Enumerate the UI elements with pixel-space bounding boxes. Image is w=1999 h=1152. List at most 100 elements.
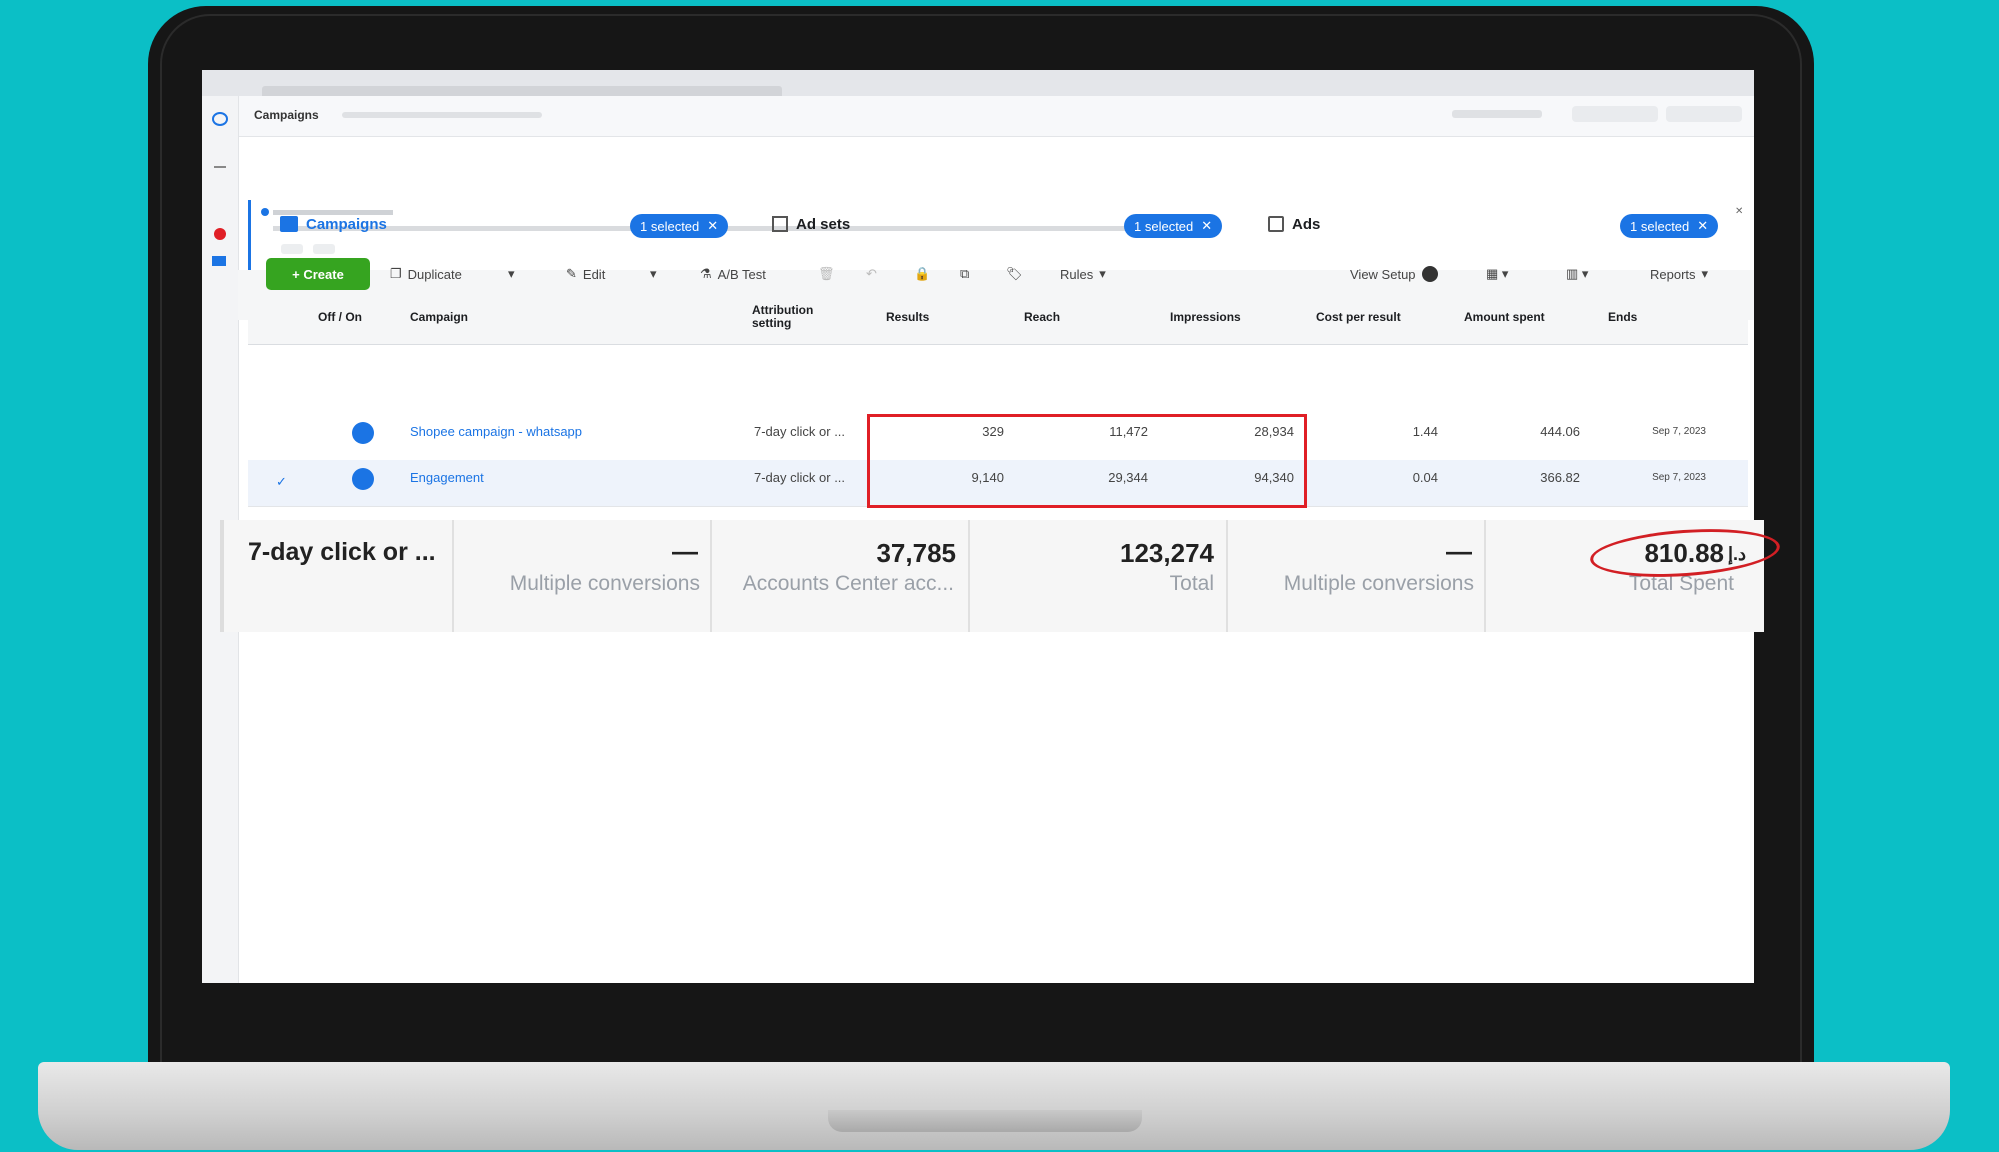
account-selector[interactable] xyxy=(342,112,542,118)
tag-icon: 🏷 xyxy=(1006,266,1023,281)
flask-icon: ⚗ xyxy=(700,266,712,281)
undo-button[interactable]: ↶ xyxy=(856,258,887,290)
col-amount-spent[interactable]: Amount spent xyxy=(1464,310,1545,324)
create-button[interactable]: + Create xyxy=(266,258,370,290)
ends-cell: Sep 7, 2023 xyxy=(1652,472,1706,483)
clear-selection-icon[interactable]: ✕ xyxy=(707,218,718,234)
summary-cost-value: — xyxy=(1446,536,1472,566)
delete-button[interactable]: 🗑 xyxy=(808,258,845,290)
notice-yes-button[interactable] xyxy=(281,244,303,254)
summary-reach-value: 37,785 xyxy=(876,538,956,568)
summary-impressions: 123,274 Total xyxy=(970,520,1228,632)
tab-ad-sets[interactable]: Ad sets xyxy=(772,210,850,238)
chevron-down-icon: ▾ xyxy=(508,266,515,281)
spent-cell: 444.06 xyxy=(1540,424,1580,439)
summary-results-label: Multiple conversions xyxy=(509,572,700,595)
campaigns-icon xyxy=(280,216,298,232)
col-attribution[interactable]: Attribution setting xyxy=(752,304,832,330)
trash-icon: 🗑 xyxy=(818,266,835,281)
col-reach[interactable]: Reach xyxy=(1024,310,1060,324)
edit-dropdown[interactable]: ▾ xyxy=(640,258,667,290)
ab-test-button[interactable]: ⚗ A/B Test xyxy=(690,258,776,290)
col-off-on[interactable]: Off / On xyxy=(318,310,362,324)
browser-chrome xyxy=(202,70,1754,96)
clear-selection-icon[interactable]: ✕ xyxy=(1697,218,1708,234)
pencil-icon: ✎ xyxy=(566,266,577,281)
columns-icon: ▦ ▾ xyxy=(1486,266,1509,281)
back-icon[interactable] xyxy=(214,166,226,168)
rules-label: Rules xyxy=(1060,266,1094,282)
close-icon[interactable]: ✕ xyxy=(1735,206,1743,217)
notice-no-button[interactable] xyxy=(313,244,335,254)
ads-selected-pill[interactable]: 1 selected ✕ xyxy=(1620,214,1719,238)
summary-reach-label: Accounts Center acc... xyxy=(742,572,954,595)
info-icon xyxy=(261,208,269,216)
updated-status xyxy=(1452,110,1542,118)
page-title: Campaigns xyxy=(254,108,319,122)
review-publish-button[interactable] xyxy=(1666,106,1742,122)
col-results[interactable]: Results xyxy=(886,310,929,324)
summary-cost: — Multiple conversions xyxy=(1228,520,1486,632)
cost-cell: 0.04 xyxy=(1412,470,1438,485)
summary-results: — Multiple conversions xyxy=(454,520,712,632)
breakdown-icon: ▥ ▾ xyxy=(1566,266,1589,281)
ad-sets-icon xyxy=(772,216,788,232)
summary-cost-label: Multiple conversions xyxy=(1283,572,1474,595)
undo-icon: ↶ xyxy=(866,266,877,281)
summary-impressions-label: Total xyxy=(1169,572,1214,595)
campaign-name[interactable]: Engagement xyxy=(410,470,484,485)
reports-label: Reports xyxy=(1650,266,1696,282)
columns-button[interactable]: ▦ ▾ xyxy=(1476,258,1518,290)
attribution-cell: 7-day click or ... xyxy=(754,470,846,485)
summary-attribution-text: 7-day click or ... xyxy=(248,538,436,566)
breakdown-button[interactable]: ▥ ▾ xyxy=(1556,258,1598,290)
lock-button[interactable]: 🔒 xyxy=(904,258,940,290)
campaigns-icon[interactable] xyxy=(212,256,226,266)
view-setup-label: View Setup xyxy=(1350,266,1416,282)
clear-selection-icon[interactable]: ✕ xyxy=(1201,218,1212,234)
view-setup-toggle[interactable]: View Setup xyxy=(1340,258,1448,290)
chevron-down-icon: ▾ xyxy=(1701,266,1709,281)
cost-cell: 1.44 xyxy=(1412,424,1438,439)
duplicate-icon: ❐ xyxy=(390,266,402,281)
campaign-name[interactable]: Shopee campaign - whatsapp xyxy=(410,424,582,439)
attribution-cell: 7-day click or ... xyxy=(754,424,846,439)
duplicate-label: Duplicate xyxy=(407,266,462,282)
chevron-down-icon: ▾ xyxy=(650,266,657,281)
tab-campaigns[interactable]: Campaigns xyxy=(280,210,387,238)
col-cost-per-result[interactable]: Cost per result xyxy=(1316,310,1401,324)
row-check-icon[interactable]: ✓ xyxy=(276,474,287,490)
lock-icon: 🔒 xyxy=(914,266,931,281)
col-ends[interactable]: Ends xyxy=(1608,310,1637,324)
selected-count: 1 selected xyxy=(1630,218,1690,234)
spent-cell: 366.82 xyxy=(1540,470,1580,485)
col-impressions[interactable]: Impressions xyxy=(1170,310,1241,324)
ends-cell: Sep 7, 2023 xyxy=(1652,426,1706,437)
alert-icon[interactable] xyxy=(214,228,226,240)
col-campaign[interactable]: Campaign xyxy=(410,310,468,324)
duplicate-button[interactable]: ❐ Duplicate xyxy=(380,258,472,290)
meta-logo-icon[interactable] xyxy=(212,112,228,126)
chevron-down-icon: ▾ xyxy=(1099,266,1106,281)
duplicate-dropdown[interactable]: ▾ xyxy=(498,258,525,290)
campaigns-selected-pill[interactable]: 1 selected ✕ xyxy=(630,214,729,238)
preview-icon: ⧉ xyxy=(960,266,970,281)
toggle-icon xyxy=(1421,266,1438,282)
ad-sets-selected-pill[interactable]: 1 selected ✕ xyxy=(1124,214,1223,238)
summary-attribution: 7-day click or ... xyxy=(220,520,454,632)
tab-ads-label: Ads xyxy=(1292,215,1321,233)
edit-button[interactable]: ✎ Edit xyxy=(556,258,615,290)
campaign-toggle[interactable] xyxy=(352,468,374,490)
browser-tabs[interactable] xyxy=(262,86,782,96)
summary-reach: 37,785 Accounts Center acc... xyxy=(712,520,970,632)
discard-button[interactable] xyxy=(1572,106,1658,122)
selected-count: 1 selected xyxy=(640,218,700,234)
tag-button[interactable]: 🏷 xyxy=(996,258,1033,290)
laptop-notch xyxy=(828,1110,1142,1132)
laptop-base xyxy=(38,1062,1950,1150)
preview-button[interactable]: ⧉ xyxy=(950,258,979,290)
reports-button[interactable]: Reports ▾ xyxy=(1640,258,1718,290)
campaign-toggle[interactable] xyxy=(352,422,374,444)
rules-button[interactable]: Rules ▾ xyxy=(1050,258,1116,290)
tab-ads[interactable]: Ads xyxy=(1268,210,1320,238)
